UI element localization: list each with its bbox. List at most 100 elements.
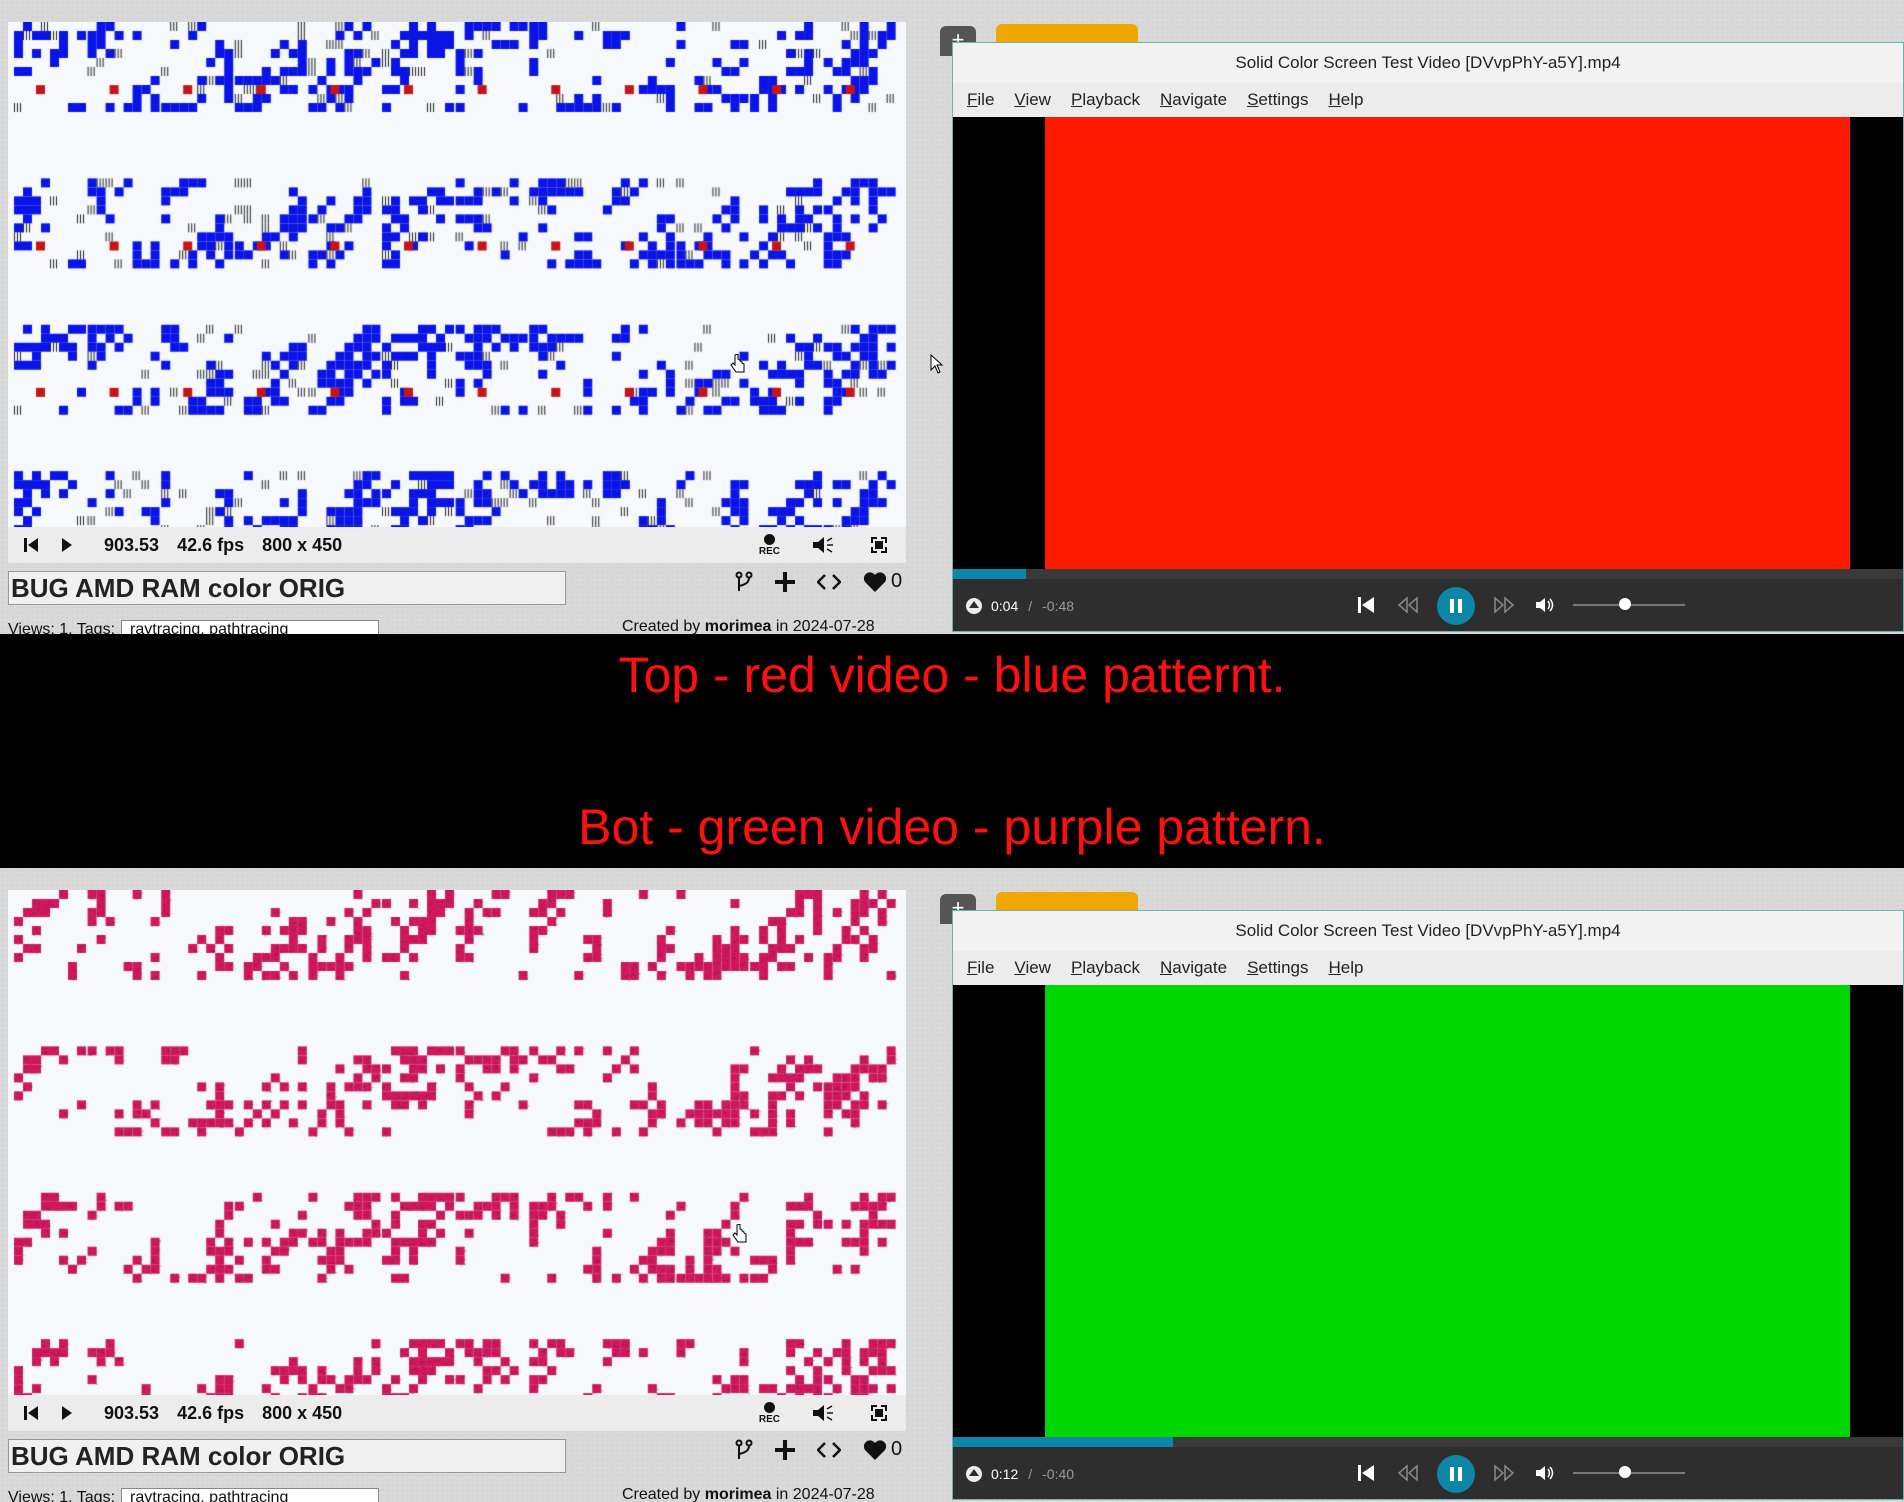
shader-toolbar: 903.53 42.6 fps 800 x 450 REC — [8, 1395, 906, 1431]
like-button[interactable]: 0 — [863, 570, 902, 593]
rec-label: REC — [758, 545, 780, 557]
menu-help[interactable]: Help — [1329, 90, 1364, 110]
player-controls: 0:12 / -0:40 — [953, 1447, 1903, 1499]
rewind-icon[interactable] — [1397, 1464, 1419, 1482]
menu-settings[interactable]: Settings — [1247, 90, 1308, 110]
code-icon[interactable] — [817, 573, 841, 591]
plus-icon[interactable] — [775, 1439, 795, 1460]
window-title: Solid Color Screen Test Video [DVvpPhY-a… — [953, 43, 1903, 83]
time-separator: / — [1028, 598, 1033, 614]
eject-icon[interactable] — [965, 1465, 983, 1483]
hand-cursor-icon — [730, 354, 745, 373]
menu-help[interactable]: Help — [1329, 958, 1364, 978]
menu-settings[interactable]: Settings — [1247, 958, 1308, 978]
fast-forward-icon[interactable] — [1493, 1464, 1515, 1482]
rec-button[interactable]: REC — [758, 533, 780, 557]
shader-title-field[interactable]: BUG AMD RAM color ORIG — [8, 1439, 566, 1473]
fast-forward-icon[interactable] — [1493, 596, 1515, 614]
player-controls: 0:04 / -0:48 — [953, 579, 1903, 631]
skip-back-icon[interactable] — [18, 1400, 44, 1426]
created-info: Created by morimea in 2024-07-28 — [622, 618, 875, 634]
speaker-icon[interactable] — [1535, 1464, 1555, 1482]
bottom-screenshot: 903.53 42.6 fps 800 x 450 REC BUG AMD RA… — [0, 868, 1904, 1502]
author-link[interactable]: morimea — [705, 618, 772, 634]
menu-file[interactable]: File — [967, 958, 994, 978]
play-icon[interactable] — [54, 1400, 80, 1426]
video-area[interactable] — [953, 985, 1903, 1437]
shader-meta: Views: 1, Tags: raytracing, pathtracing — [8, 620, 380, 634]
created-mid: in — [775, 618, 789, 634]
shader-preview: 903.53 42.6 fps 800 x 450 REC — [8, 890, 906, 1431]
volume-knob[interactable] — [1618, 1466, 1631, 1478]
pause-icon — [1450, 599, 1462, 613]
top-screenshot: 903.53 42.6 fps 800 x 450 REC BUG AMD RA… — [0, 0, 1904, 634]
skip-back-icon[interactable] — [18, 532, 44, 558]
menu-playback[interactable]: Playback — [1071, 958, 1140, 978]
remaining-time: -0:40 — [1042, 1466, 1075, 1482]
menu-playback[interactable]: Playback — [1071, 90, 1140, 110]
menu-view[interactable]: View — [1014, 958, 1051, 978]
volume-slider[interactable] — [1573, 1466, 1685, 1478]
shader-title-field[interactable]: BUG AMD RAM color ORIG — [8, 571, 566, 605]
created-prefix: Created by — [622, 618, 701, 634]
shader-canvas[interactable] — [8, 890, 906, 1395]
seek-bar[interactable] — [953, 569, 1903, 579]
author-link[interactable]: morimea — [705, 1486, 772, 1502]
menu-navigate[interactable]: Navigate — [1160, 958, 1227, 978]
hand-cursor-icon — [732, 1224, 747, 1243]
video-player-window: Solid Color Screen Test Video [DVvpPhY-a… — [952, 910, 1904, 1500]
fork-icon[interactable] — [735, 571, 753, 593]
volume-slider[interactable] — [1573, 598, 1685, 610]
rewind-icon[interactable] — [1397, 596, 1419, 614]
menu-file[interactable]: File — [967, 90, 994, 110]
shader-actions: 0 — [735, 570, 902, 593]
shader-resolution: 800 x 450 — [262, 534, 343, 555]
video-area[interactable] — [953, 117, 1903, 569]
shader-actions: 0 — [735, 1438, 902, 1461]
plus-icon[interactable] — [775, 571, 795, 592]
rec-button[interactable]: REC — [759, 1401, 780, 1425]
shader-time: 903.53 — [104, 1402, 160, 1423]
tags-field[interactable]: raytracing, pathtracing — [121, 1488, 380, 1502]
skip-previous-icon[interactable] — [1357, 596, 1375, 614]
menu-view[interactable]: View — [1014, 90, 1051, 110]
play-icon[interactable] — [54, 532, 80, 558]
elapsed-time: 0:12 — [991, 1466, 1019, 1482]
skip-previous-icon[interactable] — [1357, 1464, 1375, 1482]
volume-icon[interactable] — [810, 532, 836, 558]
fork-icon[interactable] — [735, 1439, 753, 1461]
shader-preview: 903.53 42.6 fps 800 x 450 REC — [8, 22, 906, 563]
rec-icon — [763, 533, 775, 545]
seek-bar[interactable] — [953, 1437, 1903, 1447]
window-title: Solid Color Screen Test Video [DVvpPhY-a… — [953, 911, 1903, 951]
fullscreen-icon[interactable] — [866, 532, 892, 558]
created-info: Created by morimea in 2024-07-28 — [622, 1486, 875, 1502]
pause-icon — [1450, 1467, 1462, 1481]
video-frame-green — [1045, 985, 1850, 1437]
heart-icon — [863, 571, 887, 592]
eject-icon[interactable] — [965, 597, 983, 615]
video-frame-red — [1045, 117, 1850, 569]
shader-canvas[interactable] — [8, 22, 906, 527]
seek-progress — [953, 1437, 1173, 1447]
time-separator: / — [1028, 1466, 1033, 1482]
tags-field[interactable]: raytracing, pathtracing — [121, 620, 380, 634]
shader-meta: Views: 1, Tags: raytracing, pathtracing — [8, 1488, 380, 1502]
pause-button[interactable] — [1437, 1455, 1475, 1493]
pause-button[interactable] — [1437, 587, 1475, 625]
shader-time: 903.53 — [104, 534, 160, 555]
menu-navigate[interactable]: Navigate — [1160, 90, 1227, 110]
arrow-cursor-icon — [930, 354, 944, 374]
video-player-window: Solid Color Screen Test Video [DVvpPhY-a… — [952, 42, 1904, 632]
shader-toolbar: 903.53 42.6 fps 800 x 450 REC — [8, 527, 906, 563]
like-button[interactable]: 0 — [863, 1438, 902, 1461]
speaker-icon[interactable] — [1535, 596, 1555, 614]
code-icon[interactable] — [817, 1441, 841, 1459]
volume-knob[interactable] — [1618, 598, 1631, 610]
volume-icon[interactable] — [810, 1400, 836, 1426]
fullscreen-icon[interactable] — [866, 1400, 892, 1426]
shader-fps: 42.6 fps — [177, 1402, 245, 1423]
created-prefix: Created by — [622, 1486, 701, 1502]
elapsed-time: 0:04 — [991, 598, 1019, 614]
seek-progress — [953, 569, 1027, 579]
